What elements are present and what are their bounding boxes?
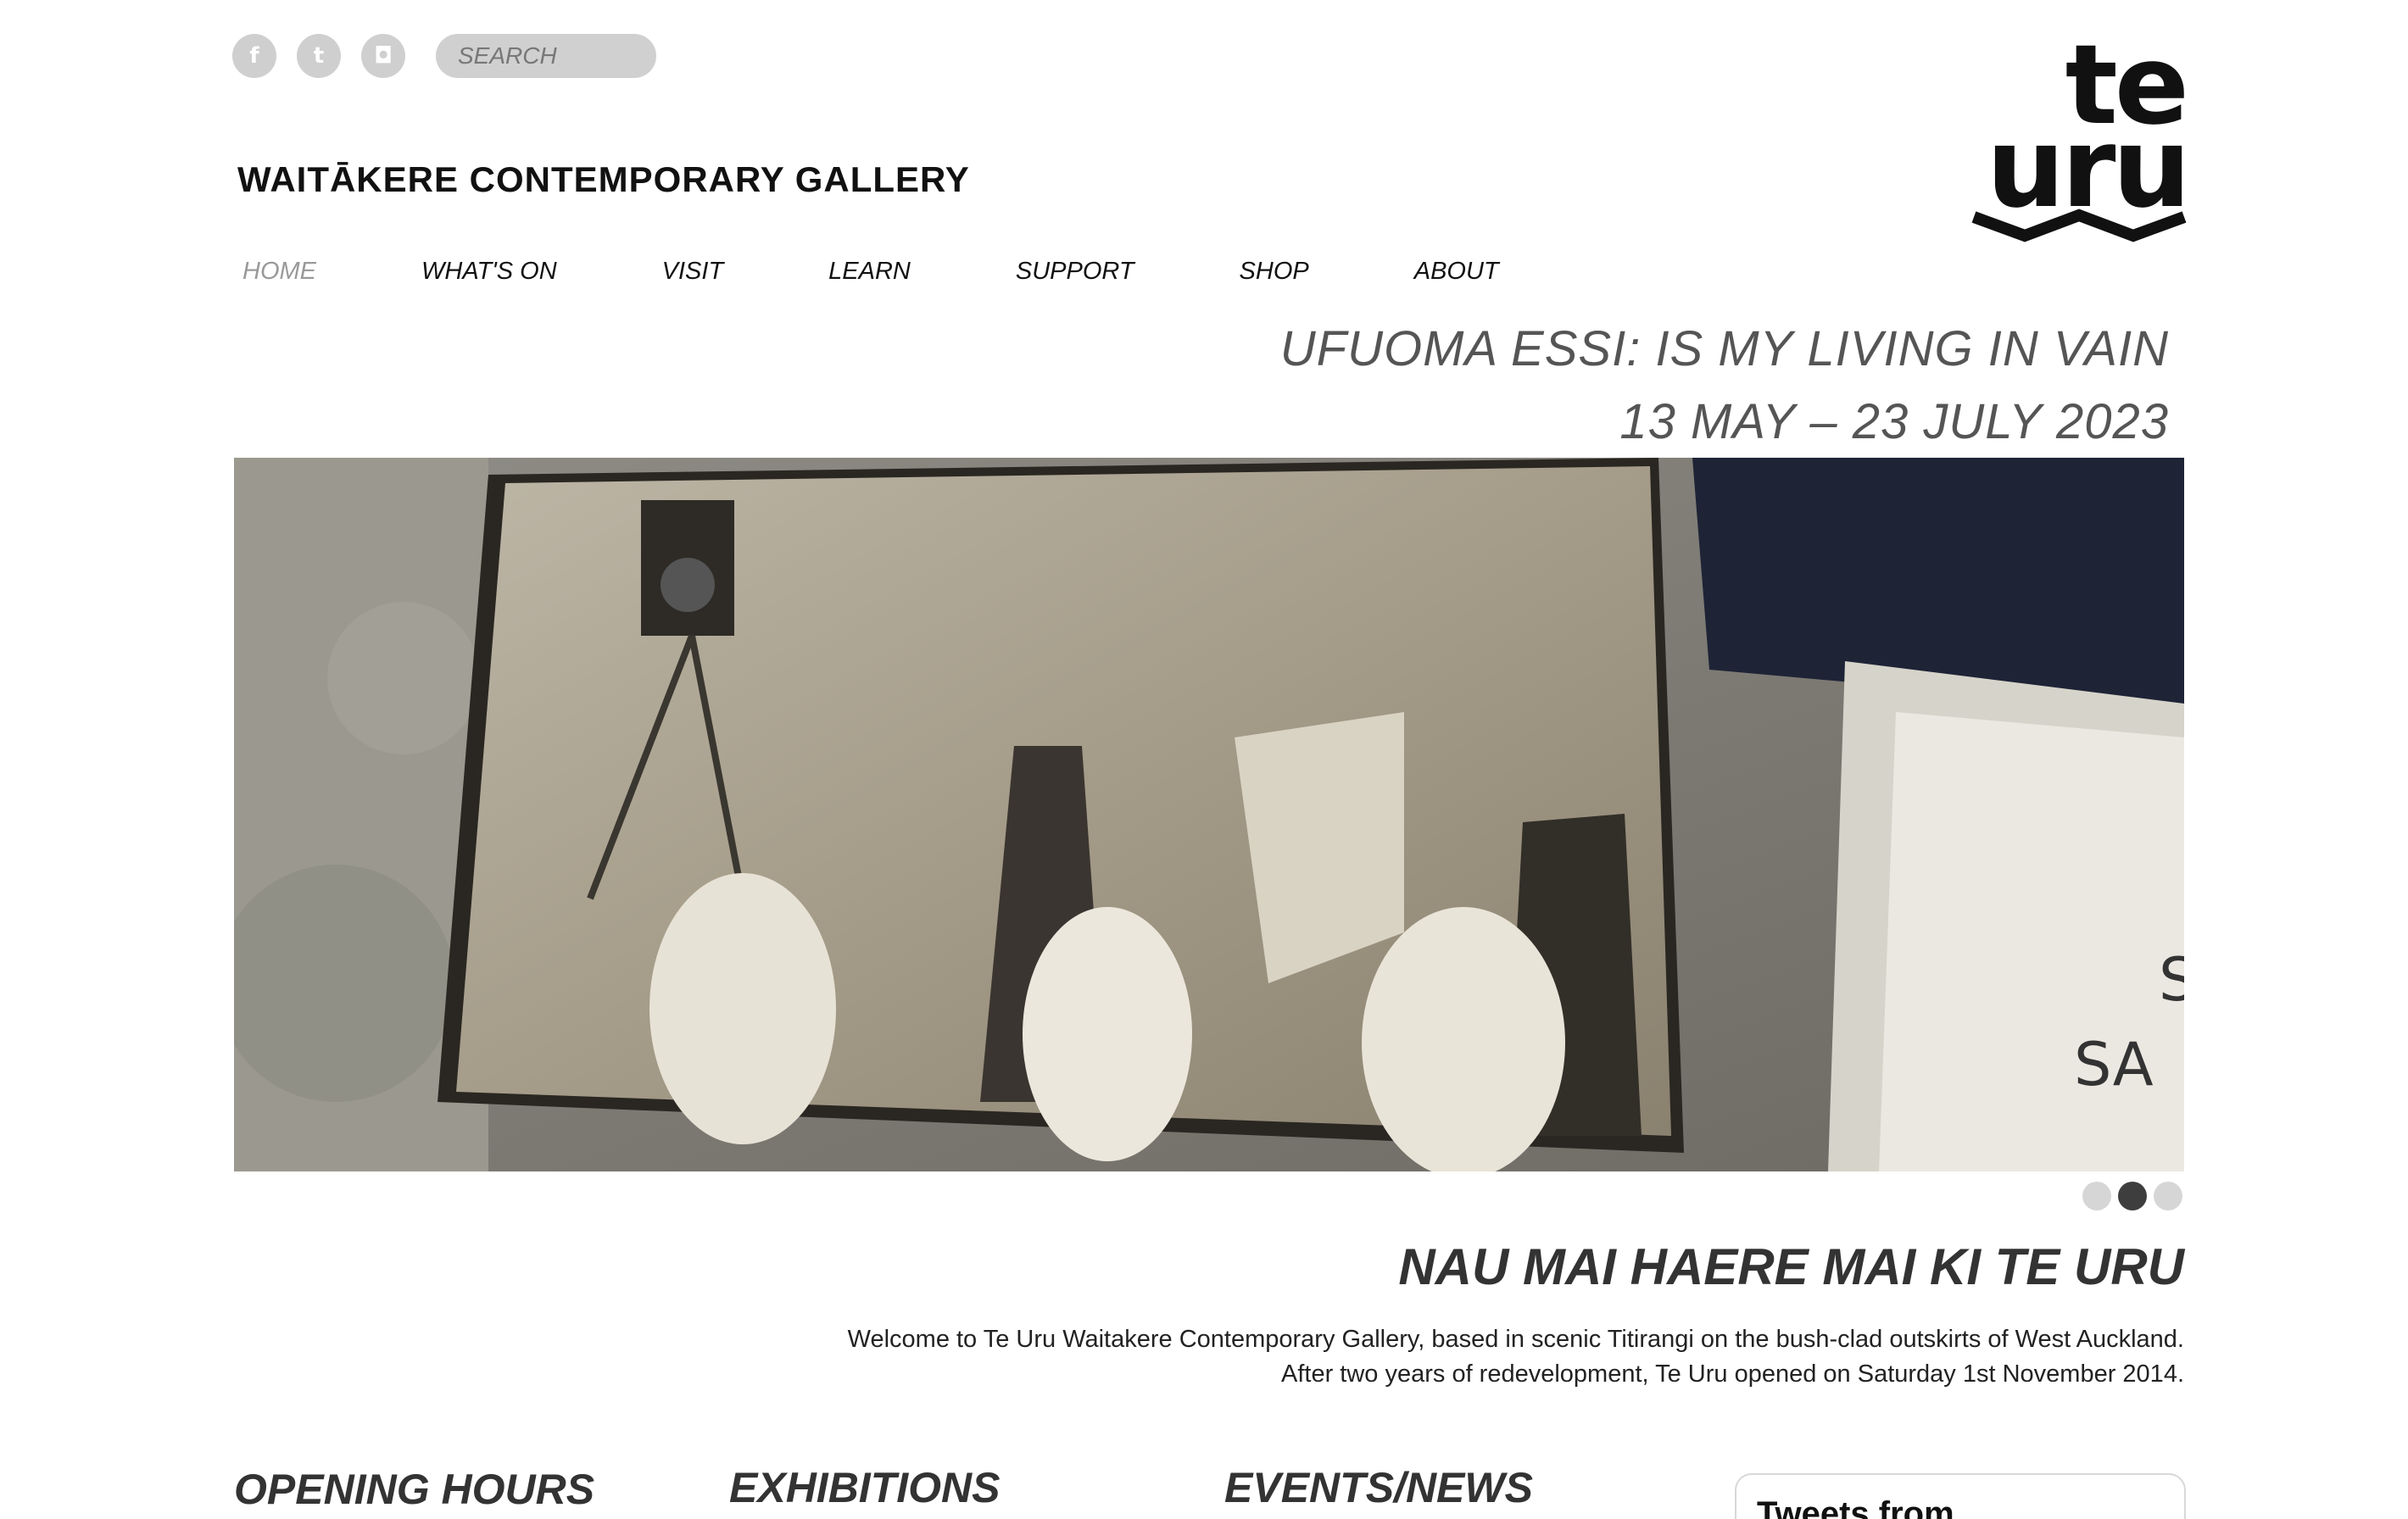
- nav-item-whats-on[interactable]: WHAT'S ON: [421, 258, 557, 286]
- hero-slide-image[interactable]: S SA: [234, 458, 2184, 1171]
- nav-item-home[interactable]: HOME: [242, 258, 316, 286]
- facebook-icon[interactable]: f: [232, 34, 276, 78]
- welcome-text: Welcome to Te Uru Waitakere Contemporary…: [848, 1322, 2184, 1392]
- svg-text:S: S: [2159, 945, 2184, 1015]
- opening-hours-heading: OPENING HOURS: [234, 1466, 595, 1513]
- nav-item-about[interactable]: ABOUT: [1414, 258, 1499, 286]
- nav-item-learn[interactable]: LEARN: [828, 258, 911, 286]
- slide-dot-2[interactable]: [2118, 1182, 2147, 1210]
- slide-title[interactable]: UFUOMA ESSI: IS MY LIVING IN VAIN: [1280, 320, 2169, 377]
- nav-item-visit[interactable]: VISIT: [662, 258, 724, 286]
- svg-text:SA: SA: [2074, 1030, 2154, 1099]
- exhibitions-heading[interactable]: EXHIBITIONS: [729, 1463, 1000, 1512]
- welcome-line-2: After two years of redevelopment, Te Uru…: [1280, 1360, 2184, 1388]
- main-nav: HOME WHAT'S ON VISIT LEARN SUPPORT SHOP …: [242, 258, 1604, 286]
- logo-wave-mark: [1971, 209, 2187, 242]
- hero-photo-illustration: S SA: [234, 458, 2184, 1171]
- slide-dot-3[interactable]: [2154, 1182, 2182, 1210]
- social-links: f t ◘: [232, 34, 405, 78]
- welcome-heading: NAU MAI HAERE MAI KI TE URU: [1398, 1238, 2184, 1295]
- welcome-line-1: Welcome to Te Uru Waitakere Contemporary…: [847, 1326, 2184, 1353]
- twitter-icon[interactable]: t: [297, 34, 341, 78]
- twitter-widget[interactable]: Tweets from: [1735, 1473, 2186, 1519]
- search-input[interactable]: [436, 34, 656, 78]
- instagram-icon[interactable]: ◘: [361, 34, 405, 78]
- slide-dates: 13 MAY – 23 JULY 2023: [1619, 394, 2169, 449]
- te-uru-logo[interactable]: te uru: [1950, 20, 2191, 249]
- slide-pagination: [2082, 1182, 2182, 1210]
- slide-dot-1[interactable]: [2082, 1182, 2111, 1210]
- nav-item-shop[interactable]: SHOP: [1240, 258, 1309, 286]
- tweets-heading: Tweets from: [1757, 1495, 1954, 1519]
- events-news-heading[interactable]: EVENTS/NEWS: [1224, 1463, 1533, 1512]
- site-title[interactable]: WAITĀKERE CONTEMPORARY GALLERY: [237, 159, 970, 200]
- nav-item-support[interactable]: SUPPORT: [1016, 258, 1134, 286]
